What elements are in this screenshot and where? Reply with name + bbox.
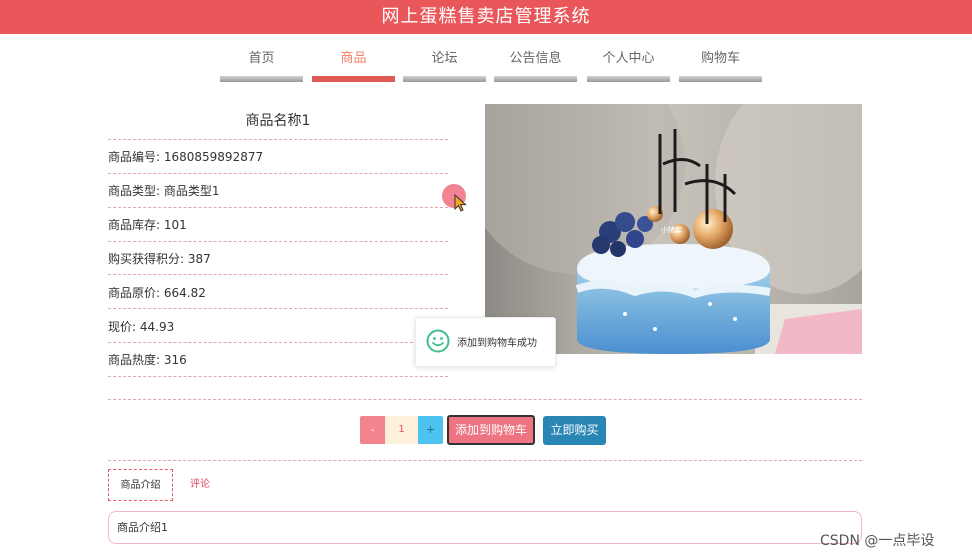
product-current-price: 现价: 44.93 — [108, 320, 175, 334]
quantity-decrease-button[interactable]: - — [360, 416, 385, 444]
divider — [108, 342, 448, 343]
tab-comments[interactable]: 评论 — [180, 469, 220, 501]
quantity-increase-button[interactable]: + — [418, 416, 443, 444]
nav-item-underline — [494, 76, 577, 82]
product-type: 商品类型: 商品类型1 — [108, 184, 220, 198]
nav-item-underline — [312, 76, 395, 82]
buy-now-button[interactable]: 立即购买 — [543, 416, 606, 445]
nav-item-profile[interactable]: 个人中心 — [587, 44, 670, 82]
nav-item-label: 个人中心 — [602, 51, 655, 66]
divider — [108, 207, 448, 208]
divider — [108, 308, 448, 309]
nav-item-label: 购物车 — [700, 51, 740, 66]
nav-item-underline — [679, 76, 762, 82]
divider — [108, 241, 448, 242]
nav-item-home[interactable]: 首页 — [220, 44, 303, 82]
nav-item-announcements[interactable]: 公告信息 — [494, 44, 577, 82]
toast-message: 添加到购物车成功 — [457, 338, 537, 349]
watermark: CSDN @一点毕设 — [820, 533, 935, 549]
nav-item-underline — [220, 76, 303, 82]
product-points: 购买获得积分: 387 — [108, 252, 211, 266]
divider — [108, 376, 448, 377]
nav-item-cart[interactable]: 购物车 — [679, 44, 762, 82]
quantity-input[interactable]: 1 — [385, 416, 418, 444]
nav-item-underline — [587, 76, 670, 82]
success-toast: 添加到购物车成功 — [415, 317, 556, 367]
nav-item-label: 公告信息 — [509, 51, 562, 66]
product-name: 商品名称1 — [245, 113, 311, 129]
nav-item-underline — [403, 76, 486, 82]
main-nav: 首页 商品 论坛 公告信息 个人中心 购物车 — [0, 44, 972, 84]
divider — [108, 274, 448, 275]
cursor-icon — [454, 194, 467, 212]
add-to-cart-button[interactable]: 添加到购物车 — [447, 415, 535, 445]
tab-product-intro[interactable]: 商品介绍 — [108, 469, 173, 501]
product-id: 商品编号: 1680859892877 — [108, 150, 264, 164]
nav-item-label: 商品 — [340, 51, 367, 66]
nav-item-forum[interactable]: 论坛 — [403, 44, 486, 82]
divider — [108, 173, 448, 174]
nav-item-products[interactable]: 商品 — [312, 44, 395, 82]
product-popularity: 商品热度: 316 — [108, 353, 187, 367]
app-title: 网上蛋糕售卖店管理系统 — [0, 0, 972, 34]
smile-icon — [426, 329, 450, 353]
product-stock: 商品库存: 101 — [108, 218, 187, 232]
divider — [108, 139, 448, 140]
nav-item-label: 论坛 — [431, 51, 458, 66]
product-intro-content: 商品介绍1 — [108, 511, 862, 544]
nav-item-label: 首页 — [248, 51, 275, 66]
cake-topper-label: 小猪套 — [661, 225, 682, 234]
divider — [108, 399, 862, 400]
divider — [108, 460, 862, 461]
product-original-price: 商品原价: 664.82 — [108, 286, 206, 300]
